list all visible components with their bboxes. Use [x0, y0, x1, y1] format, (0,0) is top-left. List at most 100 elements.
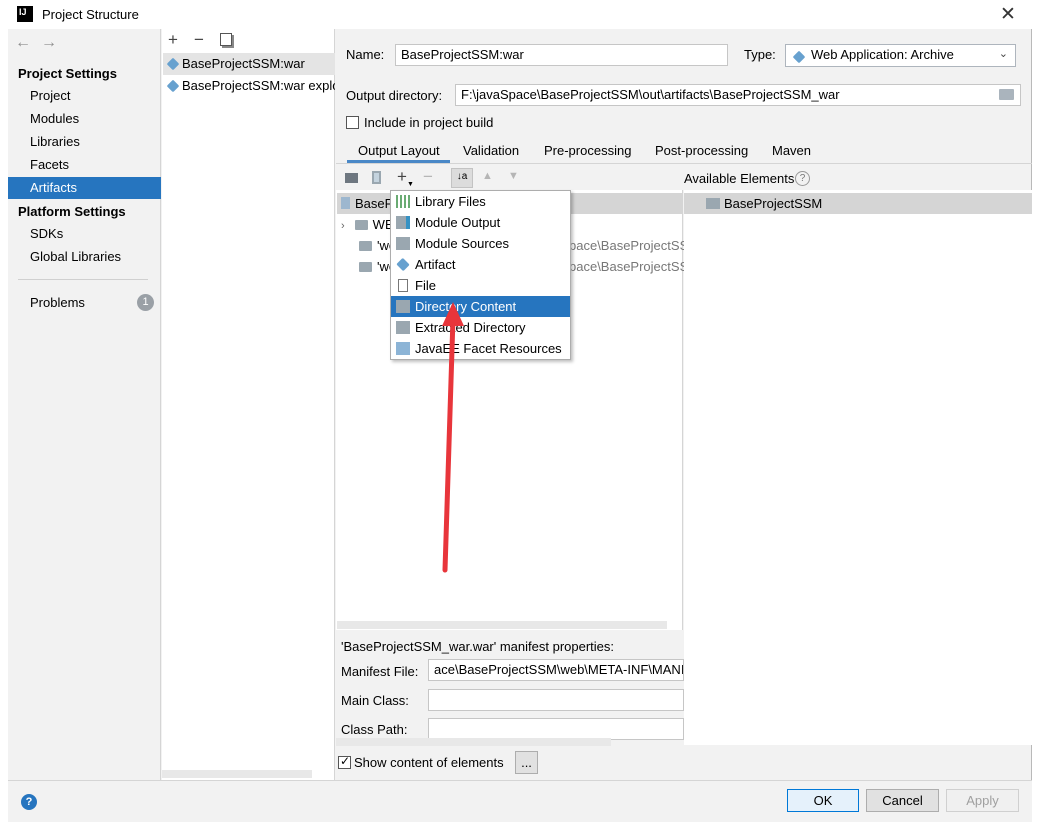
window-title: Project Structure — [42, 7, 139, 22]
module-output-icon — [396, 216, 410, 229]
available-item-label: BaseProjectSSM — [724, 196, 823, 211]
add-element-icon[interactable]: + — [397, 167, 407, 187]
tree-row-web-1[interactable]: 'we — [337, 235, 396, 256]
back-arrow-icon[interactable]: ← — [15, 34, 31, 52]
layout-tree-scrollbar[interactable] — [337, 621, 667, 629]
available-elements-panel — [684, 190, 1032, 745]
output-directory-field[interactable]: F:\javaSpace\BaseProjectSSM\out\artifact… — [455, 84, 1021, 106]
sidebar-item-artifacts[interactable]: Artifacts — [8, 177, 161, 199]
close-icon[interactable]: ✕ — [1000, 3, 1016, 26]
archive-icon — [341, 197, 350, 209]
copy-artifact-icon[interactable] — [220, 33, 232, 46]
ok-button[interactable]: OK — [787, 789, 859, 812]
show-content-options-button[interactable]: ... — [515, 751, 538, 774]
sidebar-item-facets[interactable]: Facets — [8, 154, 161, 176]
menu-item-label: JavaEE Facet Resources — [415, 341, 562, 356]
artifact-item-war-exploded[interactable]: BaseProjectSSM:war exploded — [163, 75, 335, 97]
include-in-build-checkbox[interactable] — [346, 116, 359, 129]
chevron-right-icon: › — [341, 220, 345, 232]
problems-count-badge: 1 — [137, 294, 154, 311]
chevron-down-icon: ⌄ — [998, 48, 1008, 60]
menu-item-label: Module Sources — [415, 236, 509, 251]
forward-arrow-icon[interactable]: → — [41, 34, 57, 52]
move-down-icon[interactable]: ▼ — [508, 170, 519, 182]
module-folder-icon — [706, 198, 720, 209]
folder-icon — [354, 220, 368, 230]
menu-item-library-files[interactable]: Library Files — [391, 191, 570, 212]
sidebar-item-project[interactable]: Project — [8, 85, 161, 107]
artifact-item-war[interactable]: BaseProjectSSM:war — [163, 53, 335, 75]
tab-pre-processing[interactable]: Pre-processing — [544, 143, 631, 158]
artifact-icon — [166, 57, 180, 71]
apply-button[interactable]: Apply — [946, 789, 1019, 812]
title-bar — [8, 0, 1032, 29]
menu-item-directory-content[interactable]: Directory Content — [391, 296, 570, 317]
type-select[interactable]: Web Application: Archive ⌄ — [785, 44, 1016, 67]
class-path-field[interactable] — [428, 718, 684, 740]
artifact-list-scrollbar[interactable] — [162, 770, 312, 778]
output-directory-label: Output directory: — [346, 88, 443, 103]
cancel-button[interactable]: Cancel — [866, 789, 939, 812]
tree-row-web-inf[interactable]: › WE — [337, 214, 394, 235]
manifest-file-field[interactable]: ace\BaseProjectSSM\web\META-INF\MANI — [428, 659, 684, 681]
intellij-logo-icon: IJ — [17, 6, 33, 22]
show-content-checkbox[interactable]: ✓ — [338, 754, 351, 769]
tree-row-web-2[interactable]: 'we — [337, 256, 396, 277]
project-settings-header: Project Settings — [18, 66, 117, 81]
active-tab-indicator — [347, 160, 450, 163]
show-content-label: Show content of elements — [354, 755, 504, 770]
available-elements-header: Available Elements — [684, 171, 795, 186]
name-field[interactable]: BaseProjectSSM:war — [395, 44, 728, 66]
artifact-item-label: BaseProjectSSM:war — [182, 56, 305, 71]
menu-item-artifact[interactable]: Artifact — [391, 254, 570, 275]
manifest-title: 'BaseProjectSSM_war.war' manifest proper… — [341, 639, 615, 654]
menu-item-extracted-directory[interactable]: Extracted Directory — [391, 317, 570, 338]
folder-icon — [359, 241, 372, 251]
help-icon[interactable]: ? — [21, 794, 37, 810]
sidebar-item-libraries[interactable]: Libraries — [8, 131, 161, 153]
menu-item-module-output[interactable]: Module Output — [391, 212, 570, 233]
tab-post-processing[interactable]: Post-processing — [655, 143, 748, 158]
sidebar-item-modules[interactable]: Modules — [8, 108, 161, 130]
module-sources-icon — [396, 237, 410, 250]
new-directory-icon[interactable] — [345, 173, 358, 183]
directory-icon — [396, 300, 410, 313]
menu-item-label: Extracted Directory — [415, 320, 526, 335]
manifest-scrollbar[interactable] — [336, 738, 611, 746]
type-label: Type: — [744, 47, 776, 62]
file-icon — [398, 279, 408, 292]
extracted-directory-icon — [396, 321, 410, 334]
tab-output-layout[interactable]: Output Layout — [358, 143, 440, 158]
add-artifact-icon[interactable]: + — [168, 30, 178, 50]
sort-alphabetically-icon[interactable]: ↓a — [451, 168, 473, 188]
type-select-value: Web Application: Archive — [811, 47, 954, 62]
available-item-module[interactable]: BaseProjectSSM — [684, 193, 1032, 214]
sidebar-item-global-libraries[interactable]: Global Libraries — [8, 246, 161, 268]
dropdown-caret-icon: ▼ — [407, 181, 414, 188]
tree-row-path-hint: pace\BaseProjectSS — [569, 259, 689, 274]
browse-folder-icon[interactable] — [999, 89, 1014, 100]
library-icon — [396, 195, 410, 208]
menu-item-javaee-facet-resources[interactable]: JavaEE Facet Resources — [391, 338, 570, 359]
help-circle-icon[interactable]: ? — [795, 171, 810, 186]
move-up-icon[interactable]: ▲ — [482, 170, 493, 182]
sidebar-item-sdks[interactable]: SDKs — [8, 223, 161, 245]
tab-validation[interactable]: Validation — [463, 143, 519, 158]
remove-element-icon[interactable]: − — [423, 167, 433, 187]
artifact-icon — [396, 257, 410, 272]
menu-item-label: Library Files — [415, 194, 486, 209]
manifest-file-label: Manifest File: — [341, 664, 419, 679]
menu-item-label: File — [415, 278, 436, 293]
name-label: Name: — [346, 47, 385, 62]
main-class-label: Main Class: — [341, 693, 409, 708]
remove-artifact-icon[interactable]: − — [194, 30, 204, 50]
archive-icon[interactable] — [372, 171, 381, 184]
checkmark-icon: ✓ — [340, 754, 351, 768]
tab-maven[interactable]: Maven — [772, 143, 811, 158]
menu-item-module-sources[interactable]: Module Sources — [391, 233, 570, 254]
artifact-item-label: BaseProjectSSM:war exploded — [182, 78, 335, 93]
tree-root-label: BaseP — [355, 196, 394, 211]
artifact-icon — [166, 79, 180, 93]
main-class-field[interactable] — [428, 689, 684, 711]
menu-item-file[interactable]: File — [391, 275, 570, 296]
